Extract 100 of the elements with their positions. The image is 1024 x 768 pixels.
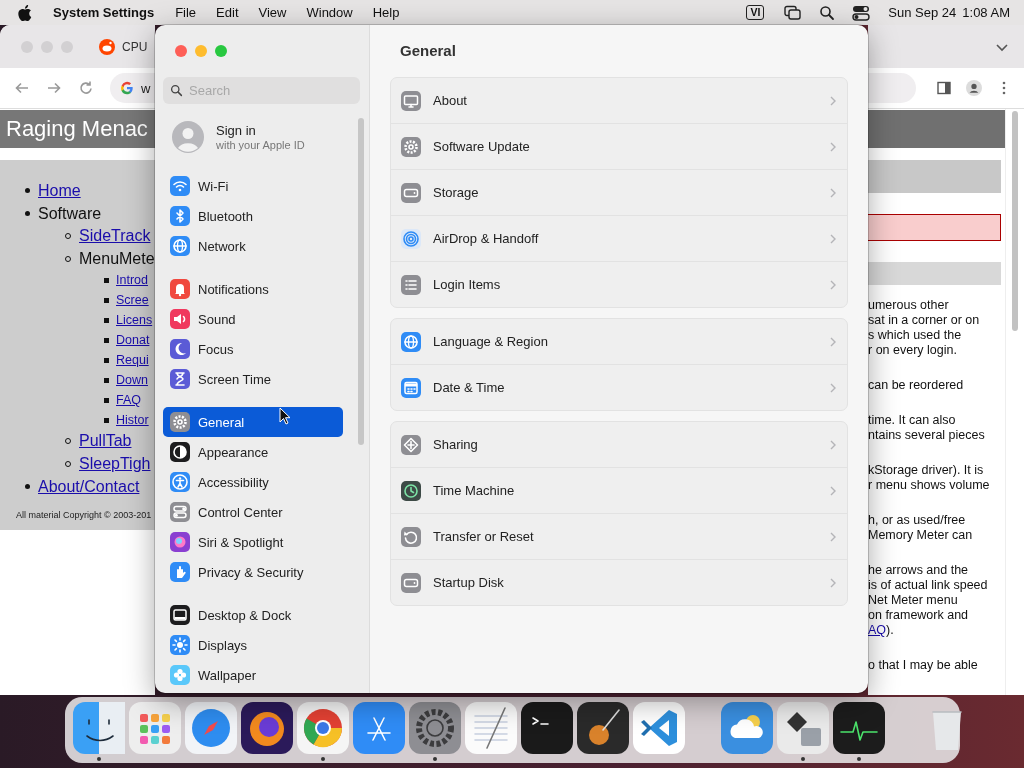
search-icon[interactable] (818, 4, 837, 21)
chevron-right-icon (829, 484, 837, 497)
nav-link[interactable]: Licens (116, 313, 153, 327)
sidebar-item[interactable]: Accessibility (163, 467, 343, 497)
forward-arrow-icon[interactable] (46, 80, 62, 96)
nav-link[interactable]: Introd (116, 273, 148, 287)
nav-link[interactable]: Scree (116, 293, 149, 307)
windows-icon[interactable] (784, 4, 803, 21)
nav-link[interactable]: SleepTigh (79, 454, 151, 473)
sidebar-item[interactable]: Sound (163, 304, 343, 334)
terminal-icon[interactable] (521, 702, 573, 754)
sidebar-item[interactable]: Focus (163, 334, 343, 364)
finder-icon[interactable] (73, 702, 125, 754)
back-arrow-icon[interactable] (14, 80, 30, 96)
settings-row[interactable]: Login Items (391, 261, 847, 307)
sidebar-item[interactable]: Bluetooth (163, 201, 343, 231)
menu-item[interactable]: View (258, 5, 287, 20)
nav-link[interactable]: PullTab (79, 432, 132, 451)
settings-row[interactable]: About (391, 78, 847, 123)
chevron-right-icon (829, 438, 837, 451)
code-editor-icon[interactable] (633, 702, 685, 754)
sidebar-item[interactable]: Desktop & Dock (163, 600, 343, 630)
reload-icon[interactable] (78, 80, 94, 96)
nav-link[interactable]: Down (116, 373, 148, 387)
settings-row[interactable]: Date & Time (391, 364, 847, 410)
browser-icon[interactable] (297, 702, 349, 754)
sidebar-item[interactable]: Control Center (163, 497, 343, 527)
alien-face-icon (99, 38, 115, 55)
text-line: s which used the (868, 328, 962, 342)
text-line: can be reordered (868, 378, 964, 392)
menu-item[interactable]: Edit (216, 5, 239, 20)
bullet (104, 337, 109, 343)
text-line: Net Meter menu (868, 593, 958, 607)
sidebar-item[interactable]: Wallpaper (163, 660, 343, 690)
menu-item[interactable]: File (175, 5, 197, 20)
app-store-icon[interactable] (353, 702, 405, 754)
tab-title[interactable]: CPU (122, 39, 148, 54)
settings-row[interactable]: Sharing (391, 422, 847, 467)
settings-row[interactable]: Language & Region (391, 319, 847, 364)
address-field[interactable]: w (110, 73, 155, 103)
monitor-graph-icon[interactable] (833, 702, 885, 754)
menu-item[interactable]: Help (372, 5, 400, 20)
scrollbar[interactable] (358, 118, 364, 445)
search-field[interactable]: Search (163, 77, 360, 104)
address-field[interactable] (868, 73, 916, 103)
nav-link[interactable]: Histor (116, 413, 149, 427)
text-line: o that I may be able (868, 658, 978, 672)
side-panel-icon[interactable] (936, 80, 952, 96)
sidebar-item[interactable]: Siri & Spotlight (163, 527, 343, 557)
text-link[interactable]: AQ (868, 623, 887, 637)
text-line: on framework and (868, 608, 969, 622)
nav-label: Software (38, 204, 102, 223)
site-title: Raging Menac (5, 116, 148, 142)
app-menu[interactable]: System Settings (53, 5, 155, 20)
account-row[interactable]: Sign in with your Apple ID (163, 116, 360, 158)
nav-link[interactable]: Requi (116, 353, 149, 367)
toggles-icon[interactable] (852, 4, 871, 21)
copyright-text: All material Copyright © 2003-201 (15, 510, 153, 520)
sidebar-item[interactable]: Notifications (163, 274, 343, 304)
bullet (104, 377, 109, 383)
sidebar-item[interactable]: Wi-Fi (163, 171, 343, 201)
compass-icon[interactable] (185, 702, 237, 754)
nav-link[interactable]: Donat (116, 333, 150, 347)
search-icon (170, 84, 183, 97)
settings-row[interactable]: Time Machine (391, 467, 847, 513)
chevron-right-icon (829, 576, 837, 589)
nav-link[interactable]: Home (38, 181, 81, 200)
settings-row[interactable]: Transfer or Reset (391, 513, 847, 559)
sidebar-item[interactable]: Displays (163, 630, 343, 660)
profile-icon[interactable] (966, 80, 982, 96)
cloud-icon[interactable] (721, 702, 773, 754)
settings-row[interactable]: Software Update (391, 123, 847, 169)
input-source-indicator[interactable]: VI (746, 5, 765, 20)
nav-link[interactable]: FAQ (116, 393, 141, 407)
settings-row[interactable]: Storage (391, 169, 847, 215)
gear-icon[interactable] (409, 702, 461, 754)
menu-bar-time[interactable]: 1:08 AM (962, 5, 1010, 20)
menu-bar-date[interactable]: Sun Sep 24 (888, 5, 957, 20)
sidebar-item[interactable]: General (163, 407, 343, 437)
text-line: is of actual link speed (868, 578, 988, 592)
close-button[interactable] (175, 45, 187, 57)
settings-row[interactable]: AirDrop & Handoff (391, 215, 847, 261)
sidebar-item[interactable]: Screen Time (163, 364, 343, 394)
bullet (25, 188, 30, 193)
text-line: ntains several pieces (868, 428, 985, 442)
bullet (104, 417, 109, 423)
sidebar-item[interactable]: Appearance (163, 437, 343, 467)
app-grid-icon[interactable] (129, 702, 181, 754)
sidebar-item[interactable]: Privacy & Security (163, 557, 343, 587)
chevron-right-icon (829, 530, 837, 543)
chevron-right-icon (829, 335, 837, 348)
scrollbar[interactable] (1012, 111, 1018, 331)
account-subtitle: with your Apple ID (216, 139, 305, 151)
account-title: Sign in (216, 123, 257, 138)
menu-item[interactable]: Window (306, 5, 353, 20)
nav-link[interactable]: SideTrack (79, 227, 151, 246)
apple-logo-icon[interactable] (18, 4, 32, 21)
nav-link[interactable]: About/Contact (38, 477, 140, 496)
settings-row[interactable]: Startup Disk (391, 559, 847, 605)
sidebar-item[interactable]: Network (163, 231, 343, 261)
